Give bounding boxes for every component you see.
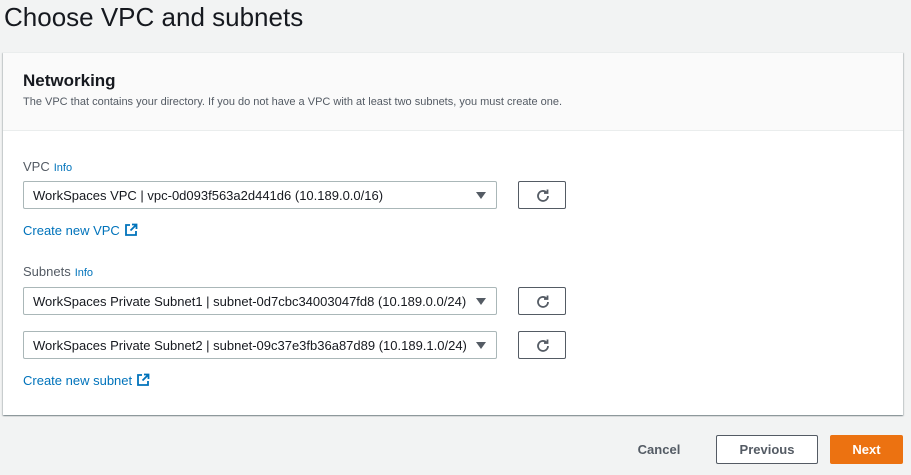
caret-down-icon: [476, 298, 486, 305]
subnets-label-group: Subnets Info: [23, 264, 93, 279]
refresh-icon: [537, 295, 549, 308]
vpc-info-link[interactable]: Info: [54, 162, 72, 174]
create-subnet-link[interactable]: Create new subnet: [23, 373, 150, 388]
vpc-refresh-button[interactable]: [518, 181, 566, 209]
cancel-button[interactable]: Cancel: [622, 435, 696, 464]
subnet2-refresh-button[interactable]: [518, 331, 566, 359]
subnets-label: Subnets: [23, 264, 71, 279]
caret-down-icon: [476, 192, 486, 199]
page-title: Choose VPC and subnets: [4, 2, 304, 32]
vpc-select[interactable]: WorkSpaces VPC | vpc-0d093f563a2d441d6 (…: [23, 181, 497, 209]
vpc-label-group: VPC Info: [23, 159, 72, 174]
vpc-select-value: WorkSpaces VPC | vpc-0d093f563a2d441d6 (…: [33, 188, 384, 203]
subnet2-select-value: WorkSpaces Private Subnet2 | subnet-09c3…: [33, 338, 467, 353]
refresh-icon: [537, 189, 549, 202]
external-link-icon: [137, 373, 150, 386]
networking-header: Networking The VPC that contains your di…: [3, 53, 903, 131]
networking-panel: Networking The VPC that contains your di…: [3, 52, 903, 415]
vpc-label: VPC: [23, 159, 50, 174]
subnets-info-link[interactable]: Info: [75, 267, 93, 279]
previous-button[interactable]: Previous: [716, 435, 818, 464]
subnet1-select[interactable]: WorkSpaces Private Subnet1 | subnet-0d7c…: [23, 287, 497, 315]
refresh-icon: [537, 339, 549, 352]
external-link-icon: [124, 223, 138, 236]
subnet1-refresh-button[interactable]: [518, 287, 566, 315]
networking-description: The VPC that contains your directory. If…: [23, 96, 563, 108]
subnet2-select[interactable]: WorkSpaces Private Subnet2 | subnet-09c3…: [23, 331, 497, 359]
create-subnet-link-label: Create new subnet: [23, 373, 133, 388]
create-vpc-link-label: Create new VPC: [23, 223, 120, 238]
networking-title: Networking: [23, 71, 116, 90]
create-vpc-link[interactable]: Create new VPC: [23, 223, 138, 238]
caret-down-icon: [476, 342, 486, 349]
next-button[interactable]: Next: [830, 435, 903, 464]
subnet1-select-value: WorkSpaces Private Subnet1 | subnet-0d7c…: [33, 294, 467, 309]
